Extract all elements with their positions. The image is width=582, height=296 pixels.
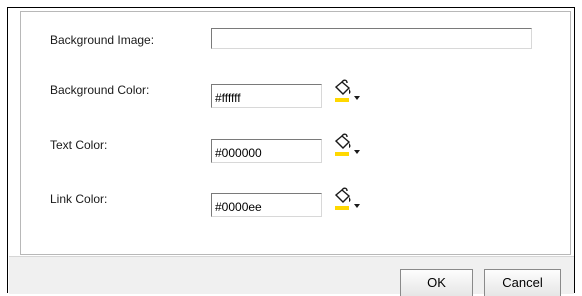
content-panel: Background Image: Background Color: Text… xyxy=(20,11,571,255)
ok-button[interactable]: OK xyxy=(400,269,473,296)
paint-bucket-icon[interactable] xyxy=(332,78,362,104)
picker-color-swatch xyxy=(335,206,349,210)
picker-color-swatch xyxy=(335,152,349,156)
cancel-button[interactable]: Cancel xyxy=(484,269,561,296)
picker-color-swatch xyxy=(335,98,349,102)
paint-bucket-icon[interactable] xyxy=(332,186,362,212)
text-color-label: Text Color: xyxy=(50,138,108,152)
link-color-field[interactable] xyxy=(211,193,322,217)
paint-bucket-icon[interactable] xyxy=(332,132,362,158)
text-color-field[interactable] xyxy=(211,139,322,163)
button-bar: OK Cancel xyxy=(9,256,574,296)
background-color-field[interactable] xyxy=(211,84,322,108)
background-image-field[interactable] xyxy=(211,28,532,49)
screen: Background Image: Background Color: Text… xyxy=(0,0,582,296)
background-color-label: Background Color: xyxy=(50,83,150,97)
page-properties-dialog: Background Image: Background Color: Text… xyxy=(7,7,575,296)
link-color-label: Link Color: xyxy=(50,192,108,206)
background-image-label: Background Image: xyxy=(50,33,155,47)
